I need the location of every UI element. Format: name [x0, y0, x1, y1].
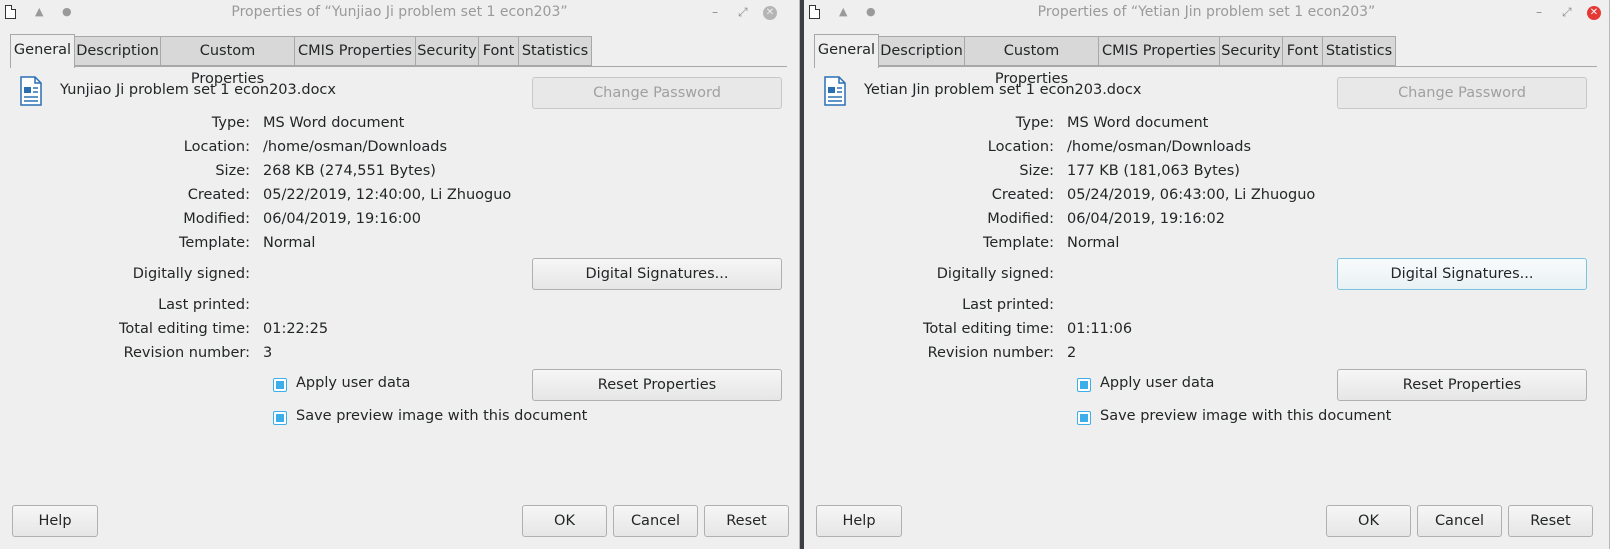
tab-panel-border — [814, 66, 1597, 67]
revision-number-label: Revision number: — [927, 345, 1054, 361]
tab-font[interactable]: Font — [1282, 36, 1323, 66]
tab-description[interactable]: Description — [74, 36, 161, 66]
type-value: MS Word document — [263, 115, 405, 131]
change-password-button[interactable]: Change Password — [532, 77, 782, 109]
tab-panel-border — [10, 66, 787, 67]
created-label: Created: — [991, 187, 1054, 203]
modified-label: Modified: — [987, 211, 1054, 227]
template-label: Template: — [982, 235, 1054, 251]
type-value: MS Word document — [1067, 115, 1209, 131]
file-name: Yetian Jin problem set 1 econ203.docx — [864, 82, 1142, 98]
tab-statistics[interactable]: Statistics — [1322, 36, 1396, 66]
maximize-icon[interactable]: ⤢ — [738, 5, 748, 20]
save-preview-checkbox[interactable] — [273, 411, 287, 425]
apply-user-data-label[interactable]: Apply user data — [1100, 375, 1214, 391]
apply-user-data-checkbox[interactable] — [1077, 378, 1091, 392]
total-editing-time-value: 01:11:06 — [1067, 321, 1133, 337]
tab-font[interactable]: Font — [478, 36, 519, 66]
file-name: Yunjiao Ji problem set 1 econ203.docx — [60, 82, 336, 98]
created-value: 05/22/2019, 12:40:00, Li Zhuoguo — [263, 187, 512, 203]
title-bar[interactable]: ▲ ● Properties of “Yunjiao Ji problem se… — [0, 0, 799, 26]
created-value: 05/24/2019, 06:43:00, Li Zhuoguo — [1067, 187, 1316, 203]
type-label: Type: — [211, 115, 250, 131]
reset-button[interactable]: Reset — [704, 505, 789, 537]
last-printed-label: Last printed: — [158, 297, 250, 313]
type-label: Type: — [1015, 115, 1054, 131]
revision-number-value: 3 — [263, 345, 273, 361]
tab-bar: General Description Custom Properties CM… — [10, 34, 787, 87]
modified-label: Modified: — [183, 211, 250, 227]
apply-user-data-label[interactable]: Apply user data — [296, 375, 410, 391]
location-label: Location: — [987, 139, 1054, 155]
tab-cmis-properties[interactable]: CMIS Properties — [294, 36, 416, 66]
location-label: Location: — [183, 139, 250, 155]
save-preview-label[interactable]: Save preview image with this document — [1100, 408, 1391, 424]
digital-signatures-button[interactable]: Digital Signatures... — [532, 258, 782, 290]
title-bar[interactable]: ▲ ● Properties of “Yetian Jin problem se… — [804, 0, 1609, 26]
modified-value: 06/04/2019, 19:16:02 — [1067, 211, 1225, 227]
maximize-icon[interactable]: ⤢ — [1562, 5, 1572, 20]
properties-dialog-yetian: ▲ ● Properties of “Yetian Jin problem se… — [804, 0, 1610, 549]
size-value: 268 KB (274,551 Bytes) — [263, 163, 436, 179]
window-title: Properties of “Yetian Jin problem set 1 … — [1037, 4, 1376, 20]
help-button[interactable]: Help — [12, 505, 98, 537]
apply-user-data-checkbox[interactable] — [273, 378, 287, 392]
size-value: 177 KB (181,063 Bytes) — [1067, 163, 1240, 179]
change-password-button[interactable]: Change Password — [1337, 77, 1587, 109]
tab-bar: General Description Custom Properties CM… — [814, 34, 1597, 87]
revision-number-value: 2 — [1067, 345, 1077, 361]
properties-dialog-yunjiao: ▲ ● Properties of “Yunjiao Ji problem se… — [0, 0, 800, 549]
digitally-signed-label: Digitally signed: — [132, 266, 250, 282]
window-title: Properties of “Yunjiao Ji problem set 1 … — [231, 4, 568, 20]
cancel-button[interactable]: Cancel — [1417, 505, 1502, 537]
total-editing-time-label: Total editing time: — [923, 321, 1054, 337]
reset-properties-button[interactable]: Reset Properties — [532, 369, 782, 401]
modified-value: 06/04/2019, 19:16:00 — [263, 211, 421, 227]
tab-statistics[interactable]: Statistics — [518, 36, 592, 66]
tab-description[interactable]: Description — [878, 36, 965, 66]
tab-cmis-properties[interactable]: CMIS Properties — [1098, 36, 1220, 66]
tab-security[interactable]: Security — [1219, 36, 1283, 66]
revision-number-label: Revision number: — [123, 345, 250, 361]
ok-button[interactable]: OK — [1326, 505, 1411, 537]
last-printed-label: Last printed: — [962, 297, 1054, 313]
size-label: Size: — [1019, 163, 1054, 179]
writer-document-icon — [20, 76, 42, 106]
tab-general[interactable]: General — [10, 34, 75, 68]
template-label: Template: — [178, 235, 250, 251]
tab-custom-properties[interactable]: Custom Properties — [160, 36, 295, 87]
size-label: Size: — [215, 163, 250, 179]
reset-properties-button[interactable]: Reset Properties — [1337, 369, 1587, 401]
digital-signatures-button[interactable]: Digital Signatures... — [1337, 258, 1587, 290]
minimize-icon[interactable]: – — [712, 5, 718, 19]
tab-security[interactable]: Security — [415, 36, 479, 66]
reset-button[interactable]: Reset — [1508, 505, 1593, 537]
minimize-icon[interactable]: – — [1536, 5, 1542, 19]
total-editing-time-label: Total editing time: — [119, 321, 250, 337]
close-icon[interactable]: ✕ — [1587, 6, 1601, 20]
close-icon[interactable]: ✕ — [763, 6, 777, 20]
template-value: Normal — [1067, 235, 1120, 251]
writer-document-icon — [824, 76, 846, 106]
save-preview-label[interactable]: Save preview image with this document — [296, 408, 587, 424]
ok-button[interactable]: OK — [522, 505, 607, 537]
tab-general[interactable]: General — [814, 34, 879, 68]
location-value: /home/osman/Downloads — [263, 139, 448, 155]
template-value: Normal — [263, 235, 316, 251]
digitally-signed-label: Digitally signed: — [936, 266, 1054, 282]
help-button[interactable]: Help — [816, 505, 902, 537]
save-preview-checkbox[interactable] — [1077, 411, 1091, 425]
total-editing-time-value: 01:22:25 — [263, 321, 329, 337]
cancel-button[interactable]: Cancel — [613, 505, 698, 537]
location-value: /home/osman/Downloads — [1067, 139, 1252, 155]
created-label: Created: — [187, 187, 250, 203]
tab-custom-properties[interactable]: Custom Properties — [964, 36, 1099, 87]
